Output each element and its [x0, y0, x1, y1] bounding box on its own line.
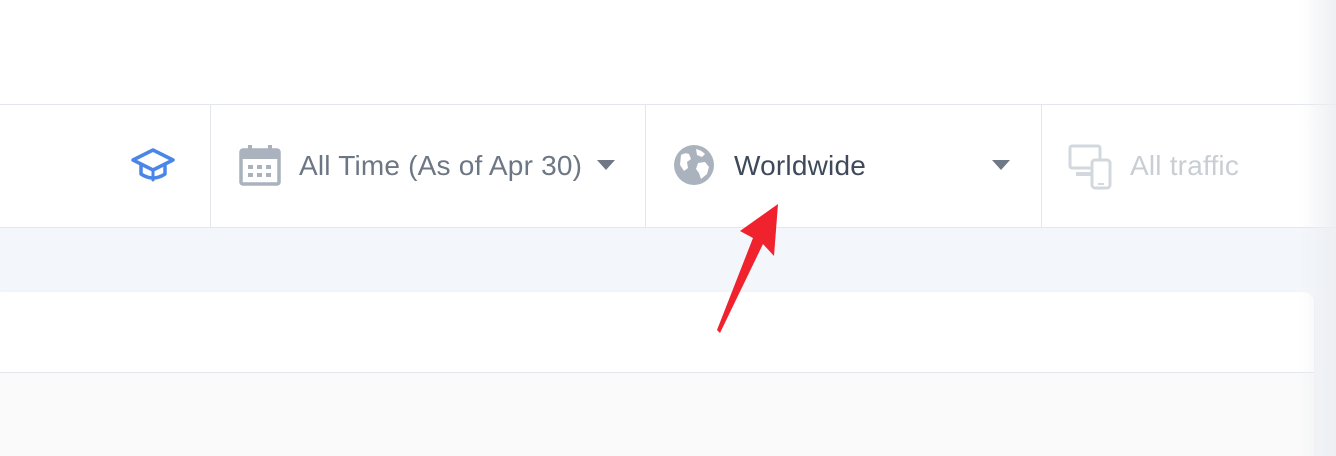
chevron-down-icon — [597, 160, 615, 170]
chevron-down-icon — [992, 160, 1010, 170]
red-arrow-icon — [717, 204, 778, 333]
header-area — [0, 0, 1336, 104]
card-body — [0, 373, 1314, 456]
devices-icon — [1068, 144, 1112, 190]
calendar-icon — [239, 145, 281, 186]
date-range-label: All Time (As of Apr 30) — [299, 150, 583, 181]
date-range-selector[interactable]: All Time (As of Apr 30) — [210, 104, 646, 227]
graduation-cap-icon — [131, 148, 175, 182]
country-label: Worldwide — [734, 150, 866, 181]
learn-button[interactable] — [128, 146, 178, 186]
scroll-fade — [1300, 0, 1336, 456]
traffic-selector[interactable]: All traffic — [1042, 104, 1302, 227]
traffic-label: All traffic — [1130, 150, 1240, 181]
content-card — [0, 292, 1314, 456]
globe-icon — [674, 145, 714, 185]
